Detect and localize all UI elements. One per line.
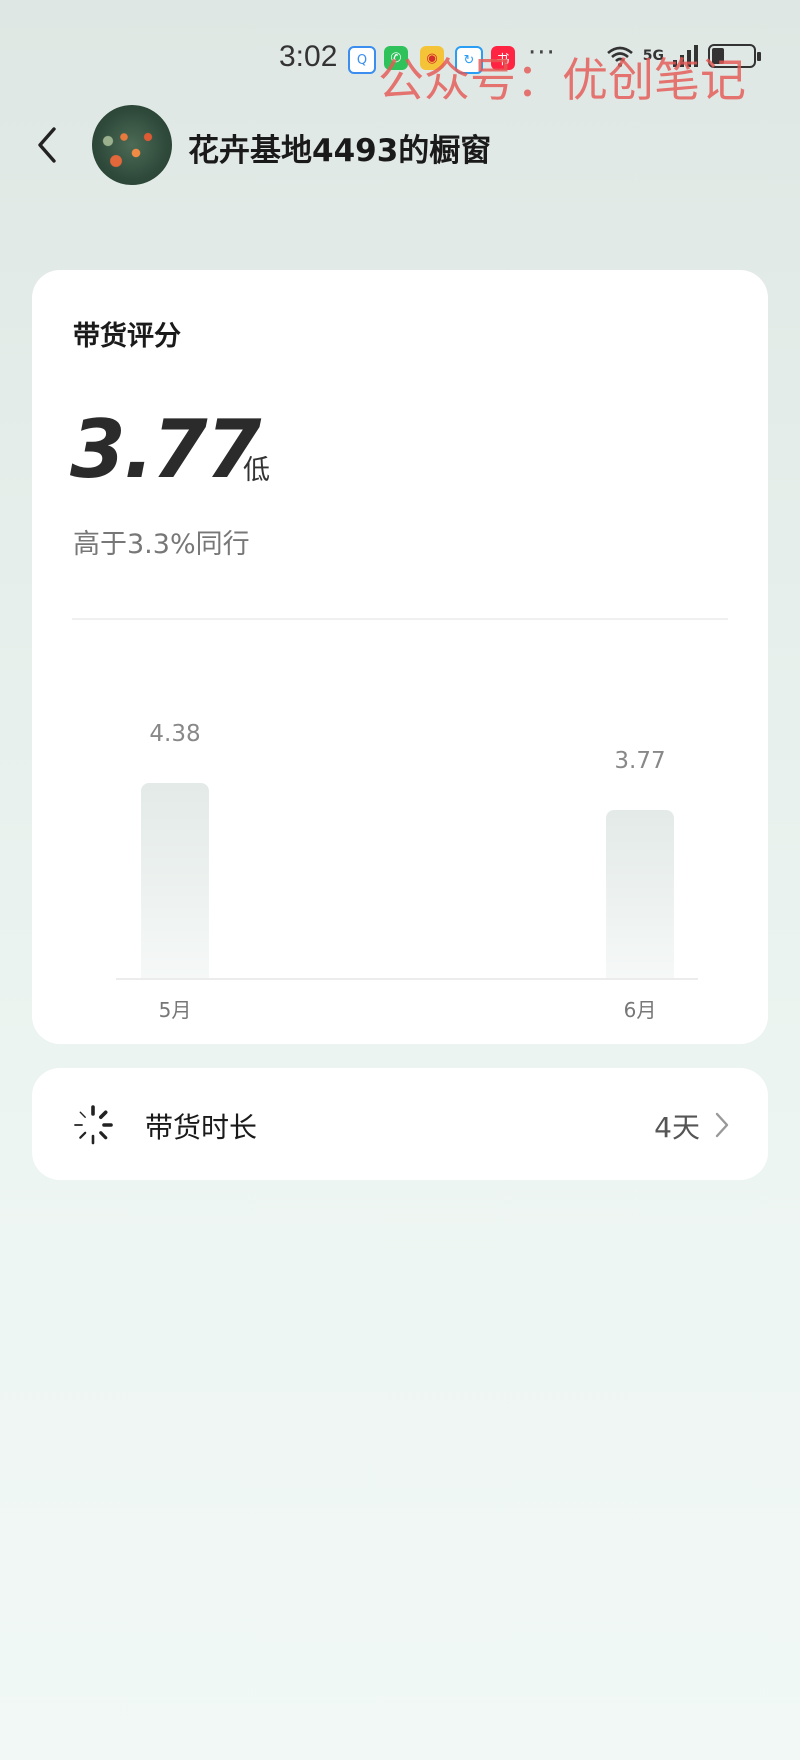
score-card-title: 带货评分 xyxy=(73,321,181,352)
chart-bar-value-label: 4.38 xyxy=(149,721,201,748)
back-arrow-icon xyxy=(38,127,56,163)
chart-x-tick-label: 6月 xyxy=(623,998,657,1022)
score-level-badge: 低 xyxy=(243,455,270,486)
score-value: 3.77 xyxy=(70,403,261,496)
chart-x-axis xyxy=(116,978,698,980)
chart-bar xyxy=(141,783,209,978)
chevron-right-icon xyxy=(715,1112,729,1138)
qq-icon: Q xyxy=(348,46,376,74)
back-button[interactable] xyxy=(28,123,68,167)
page-title: 花卉基地4493的橱窗 xyxy=(188,133,492,169)
duration-value: 4天 xyxy=(654,1111,700,1144)
duration-label: 带货时长 xyxy=(145,1111,258,1144)
chart-bar xyxy=(606,810,674,978)
loading-spinner-icon xyxy=(74,1105,113,1145)
watermark: 公众号：优创笔记 xyxy=(378,53,746,107)
header: 花卉基地4493的橱窗 xyxy=(0,105,800,185)
status-bar: 3:02 Q ✆ ◉ ↻ 书 ··· 5G 公众号：优创笔记 xyxy=(0,0,800,110)
score-card: 带货评分 3.77 低 高于3.3%同行 4.38 5月 3.77 6月 xyxy=(32,270,768,1044)
status-time: 3:02 xyxy=(279,40,338,73)
chart-x-tick-label: 5月 xyxy=(158,998,192,1022)
divider xyxy=(72,618,728,620)
avatar[interactable] xyxy=(92,105,172,185)
score-bar-chart: 4.38 5月 3.77 6月 xyxy=(32,650,768,1030)
chart-bar-value-label: 3.77 xyxy=(614,748,666,775)
peer-compare-text: 高于3.3%同行 xyxy=(73,529,250,560)
duration-row[interactable]: 带货时长 4天 xyxy=(32,1068,768,1180)
